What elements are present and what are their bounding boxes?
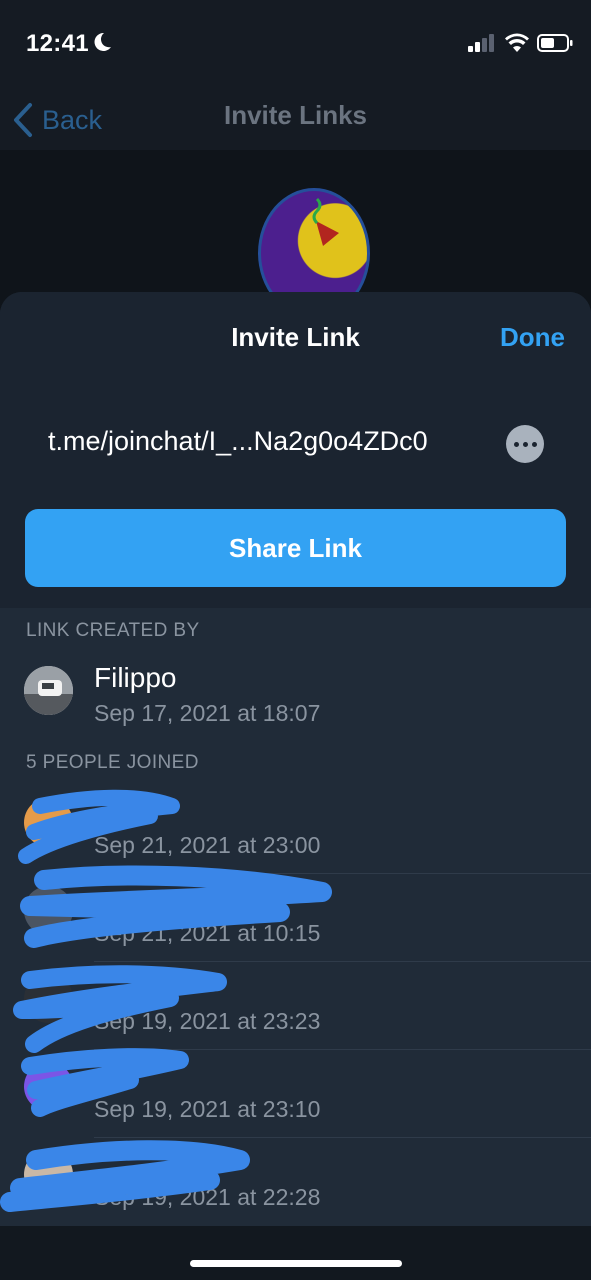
list-item[interactable]: Sep 21, 2021 at 23:00 — [0, 786, 591, 874]
creator-date: Sep 17, 2021 at 18:07 — [94, 700, 321, 726]
join-date: Sep 19, 2021 at 23:23 — [94, 1008, 321, 1034]
creator-row[interactable]: Filippo Sep 17, 2021 at 18:07 — [0, 654, 591, 742]
more-options-button[interactable] — [506, 425, 544, 463]
avatar — [24, 798, 73, 847]
battery-icon — [537, 34, 573, 52]
avatar — [24, 886, 73, 935]
car-photo-icon — [24, 666, 73, 715]
ellipsis-icon — [513, 441, 519, 447]
list-item[interactable]: Sep 21, 2021 at 10:15 — [0, 874, 591, 962]
page-title: Invite Links — [223, 100, 368, 130]
avatar — [24, 1150, 73, 1199]
sheet-header: Invite Link Done t.me/joinchat/I_...Na2g… — [0, 292, 591, 608]
list-item[interactable]: Sep 19, 2021 at 23:10 — [0, 1050, 591, 1138]
join-date: Sep 19, 2021 at 22:28 — [94, 1184, 321, 1210]
join-date: Sep 19, 2021 at 23:10 — [94, 1096, 321, 1122]
cellular-signal-icon — [468, 34, 494, 52]
bottom-area — [0, 1226, 591, 1280]
people-joined-label: 5 PEOPLE JOINED — [26, 752, 199, 773]
avatar — [24, 974, 73, 1023]
list-item[interactable]: Sep 19, 2021 at 22:28 — [0, 1138, 591, 1226]
wifi-icon — [505, 33, 529, 52]
status-time: 12:41 — [26, 30, 89, 57]
share-link-button[interactable]: Share Link — [25, 509, 566, 587]
join-date: Sep 21, 2021 at 23:00 — [94, 832, 321, 858]
invite-link-text[interactable]: t.me/joinchat/I_...Na2g0o4ZDc0 — [48, 426, 428, 457]
join-date: Sep 21, 2021 at 10:15 — [94, 920, 321, 946]
navigation-bar: Back Invite Links — [0, 90, 591, 150]
list-item[interactable]: Sep 19, 2021 at 23:23 — [0, 962, 591, 1050]
invite-link-sheet: Invite Link Done t.me/joinchat/I_...Na2g… — [0, 292, 591, 1280]
home-indicator[interactable] — [190, 1260, 402, 1267]
done-button[interactable]: Done — [500, 322, 565, 353]
status-bar: 12:41 — [0, 0, 591, 90]
avatar — [24, 1062, 73, 1111]
avatar — [24, 666, 73, 715]
moon-icon — [94, 32, 111, 51]
creator-name: Filippo — [94, 662, 177, 693]
link-created-by-label: LINK CREATED BY — [26, 620, 200, 641]
